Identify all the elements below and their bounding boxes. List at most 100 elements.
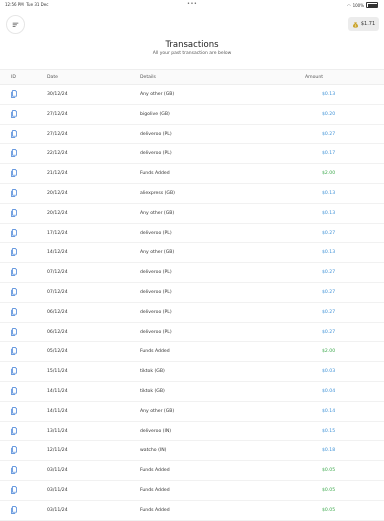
row-amount: $0.15: [322, 428, 336, 434]
document-icon[interactable]: [11, 109, 17, 118]
table-row[interactable]: 22/12/24 deliveroo (PL) $0.17: [0, 144, 384, 165]
svg-text:$: $: [354, 23, 356, 27]
document-icon[interactable]: [11, 486, 17, 494]
row-details: deliveroo (PL): [140, 270, 172, 276]
row-date: 21/12/24: [47, 171, 68, 177]
document-icon[interactable]: [11, 505, 17, 514]
row-amount: $0.18: [322, 448, 336, 454]
row-details: aliexpress (GB): [140, 190, 175, 196]
row-date: 20/12/24: [47, 190, 68, 196]
table-row[interactable]: 03/11/24 Funds Added $0.05: [0, 461, 384, 481]
row-amount: $0.27: [322, 270, 336, 276]
table-row[interactable]: 30/12/24 Any other (GB) $0.13: [0, 85, 384, 105]
row-details: Funds Added: [140, 468, 170, 474]
document-icon[interactable]: [11, 129, 17, 138]
row-date: 03/11/24: [47, 468, 68, 474]
document-icon[interactable]: [11, 268, 17, 277]
document-icon[interactable]: [11, 466, 17, 474]
table-row[interactable]: 15/11/24 tiktok (GB) $0.03: [0, 362, 384, 382]
row-details: deliveroo (PL): [140, 289, 172, 295]
row-amount: $0.05: [322, 468, 336, 474]
header-amount: Amount: [305, 74, 324, 80]
table-row[interactable]: 05/12/24 Funds Added $2.00: [0, 342, 384, 363]
document-icon[interactable]: [11, 189, 17, 197]
row-details: deliveroo (PL): [140, 131, 172, 137]
document-icon[interactable]: [11, 426, 17, 435]
row-date: 17/12/24: [47, 230, 68, 236]
row-amount: $0.05: [322, 487, 336, 493]
row-date: 07/12/24: [47, 270, 68, 276]
row-amount: $0.20: [322, 111, 336, 117]
row-amount: $0.27: [322, 309, 336, 315]
table-row[interactable]: 07/12/24 deliveroo (PL) $0.27: [0, 263, 384, 283]
table-row[interactable]: 20/12/24 aliexpress (GB) $0.13: [0, 184, 384, 204]
document-icon[interactable]: [11, 208, 17, 217]
status-time: 12:56 PM: [5, 2, 24, 7]
row-date: 15/11/24: [47, 369, 68, 375]
transactions-table: 30/12/24 Any other (GB) $0.13 27/12/24 bigol…: [0, 85, 384, 521]
multitask-dots-icon[interactable]: •••: [187, 1, 197, 7]
row-date: 30/12/24: [47, 92, 68, 97]
row-date: 13/11/24: [47, 428, 68, 434]
status-right: ◠ 100%: [347, 2, 378, 8]
row-date: 06/12/24: [47, 309, 68, 315]
document-icon[interactable]: [11, 169, 17, 178]
coin-bag-icon: $: [352, 21, 358, 28]
document-icon[interactable]: [11, 149, 17, 158]
status-date: Tue 31 Dec: [26, 2, 49, 7]
table-row[interactable]: 17/12/24 deliveroo (PL) $0.27: [0, 224, 384, 244]
document-icon[interactable]: [11, 406, 17, 415]
document-icon[interactable]: [11, 347, 17, 356]
balance-button[interactable]: $ $1.71: [348, 17, 379, 31]
menu-icon: [12, 22, 19, 27]
row-details: tiktok (GB): [140, 369, 165, 375]
table-row[interactable]: 07/12/24 deliveroo (PL) $0.27: [0, 283, 384, 303]
table-row[interactable]: 06/12/24 deliveroo (PL) $0.27: [0, 303, 384, 323]
row-details: deliveroo (PL): [140, 151, 172, 157]
header-date: Date: [47, 74, 58, 80]
document-icon[interactable]: [11, 228, 17, 237]
table-row[interactable]: 14/11/24 tiktok (GB) $0.04: [0, 382, 384, 402]
table-row[interactable]: 27/12/24 bigolive (GB) $0.20: [0, 105, 384, 125]
table-row[interactable]: 12/11/24 watcho (IN) $0.18: [0, 441, 384, 462]
document-icon[interactable]: [11, 90, 17, 98]
table-row[interactable]: 03/11/24 Funds Added $0.05: [0, 501, 384, 521]
wifi-icon: ◠: [347, 2, 351, 8]
row-date: 03/11/24: [47, 487, 68, 493]
document-icon[interactable]: [11, 288, 17, 296]
row-amount: $0.27: [322, 289, 336, 295]
document-icon[interactable]: [11, 307, 17, 316]
row-amount: $0.27: [322, 131, 336, 137]
row-details: Any other (GB): [140, 210, 175, 216]
row-date: 27/12/24: [47, 131, 68, 137]
table-row[interactable]: 14/12/24 Any other (GB) $0.13: [0, 243, 384, 264]
document-icon[interactable]: [11, 327, 17, 336]
row-details: deliveroo (PL): [140, 329, 172, 335]
table-row[interactable]: 03/11/24 Funds Added $0.05: [0, 481, 384, 501]
page-subtitle: All your past transaction are below: [152, 51, 232, 56]
row-date: 27/12/24: [47, 111, 68, 117]
menu-button[interactable]: [6, 15, 25, 34]
row-details: watcho (IN): [140, 448, 167, 454]
document-icon[interactable]: [11, 248, 17, 257]
row-date: 20/12/24: [47, 210, 68, 216]
table-row[interactable]: 14/11/24 Any other (GB) $0.14: [0, 402, 384, 422]
table-row[interactable]: 20/12/24 Any other (GB) $0.13: [0, 204, 384, 224]
row-amount: $2.00: [322, 171, 336, 177]
row-amount: $0.17: [322, 151, 336, 157]
document-icon[interactable]: [11, 367, 17, 376]
status-bar: 12:56 PM Tue 31 Dec ••• ◠ 100%: [0, 0, 384, 9]
battery-percent: 100%: [352, 2, 364, 8]
row-details: tiktok (GB): [140, 388, 165, 394]
row-amount: $0.13: [322, 190, 336, 196]
table-row[interactable]: 13/11/24 deliveroo (IN) $0.15: [0, 422, 384, 442]
table-row[interactable]: 06/12/24 deliveroo (PL) $0.27: [0, 323, 384, 343]
row-date: 06/12/24: [47, 329, 68, 335]
document-icon[interactable]: [11, 387, 17, 395]
row-date: 05/12/24: [47, 349, 68, 355]
table-row[interactable]: 21/12/24 Funds Added $2.00: [0, 164, 384, 184]
document-icon[interactable]: [11, 446, 17, 455]
row-amount: $0.14: [322, 408, 336, 414]
battery-icon: [366, 2, 378, 8]
table-row[interactable]: 27/12/24 deliveroo (PL) $0.27: [0, 125, 384, 145]
